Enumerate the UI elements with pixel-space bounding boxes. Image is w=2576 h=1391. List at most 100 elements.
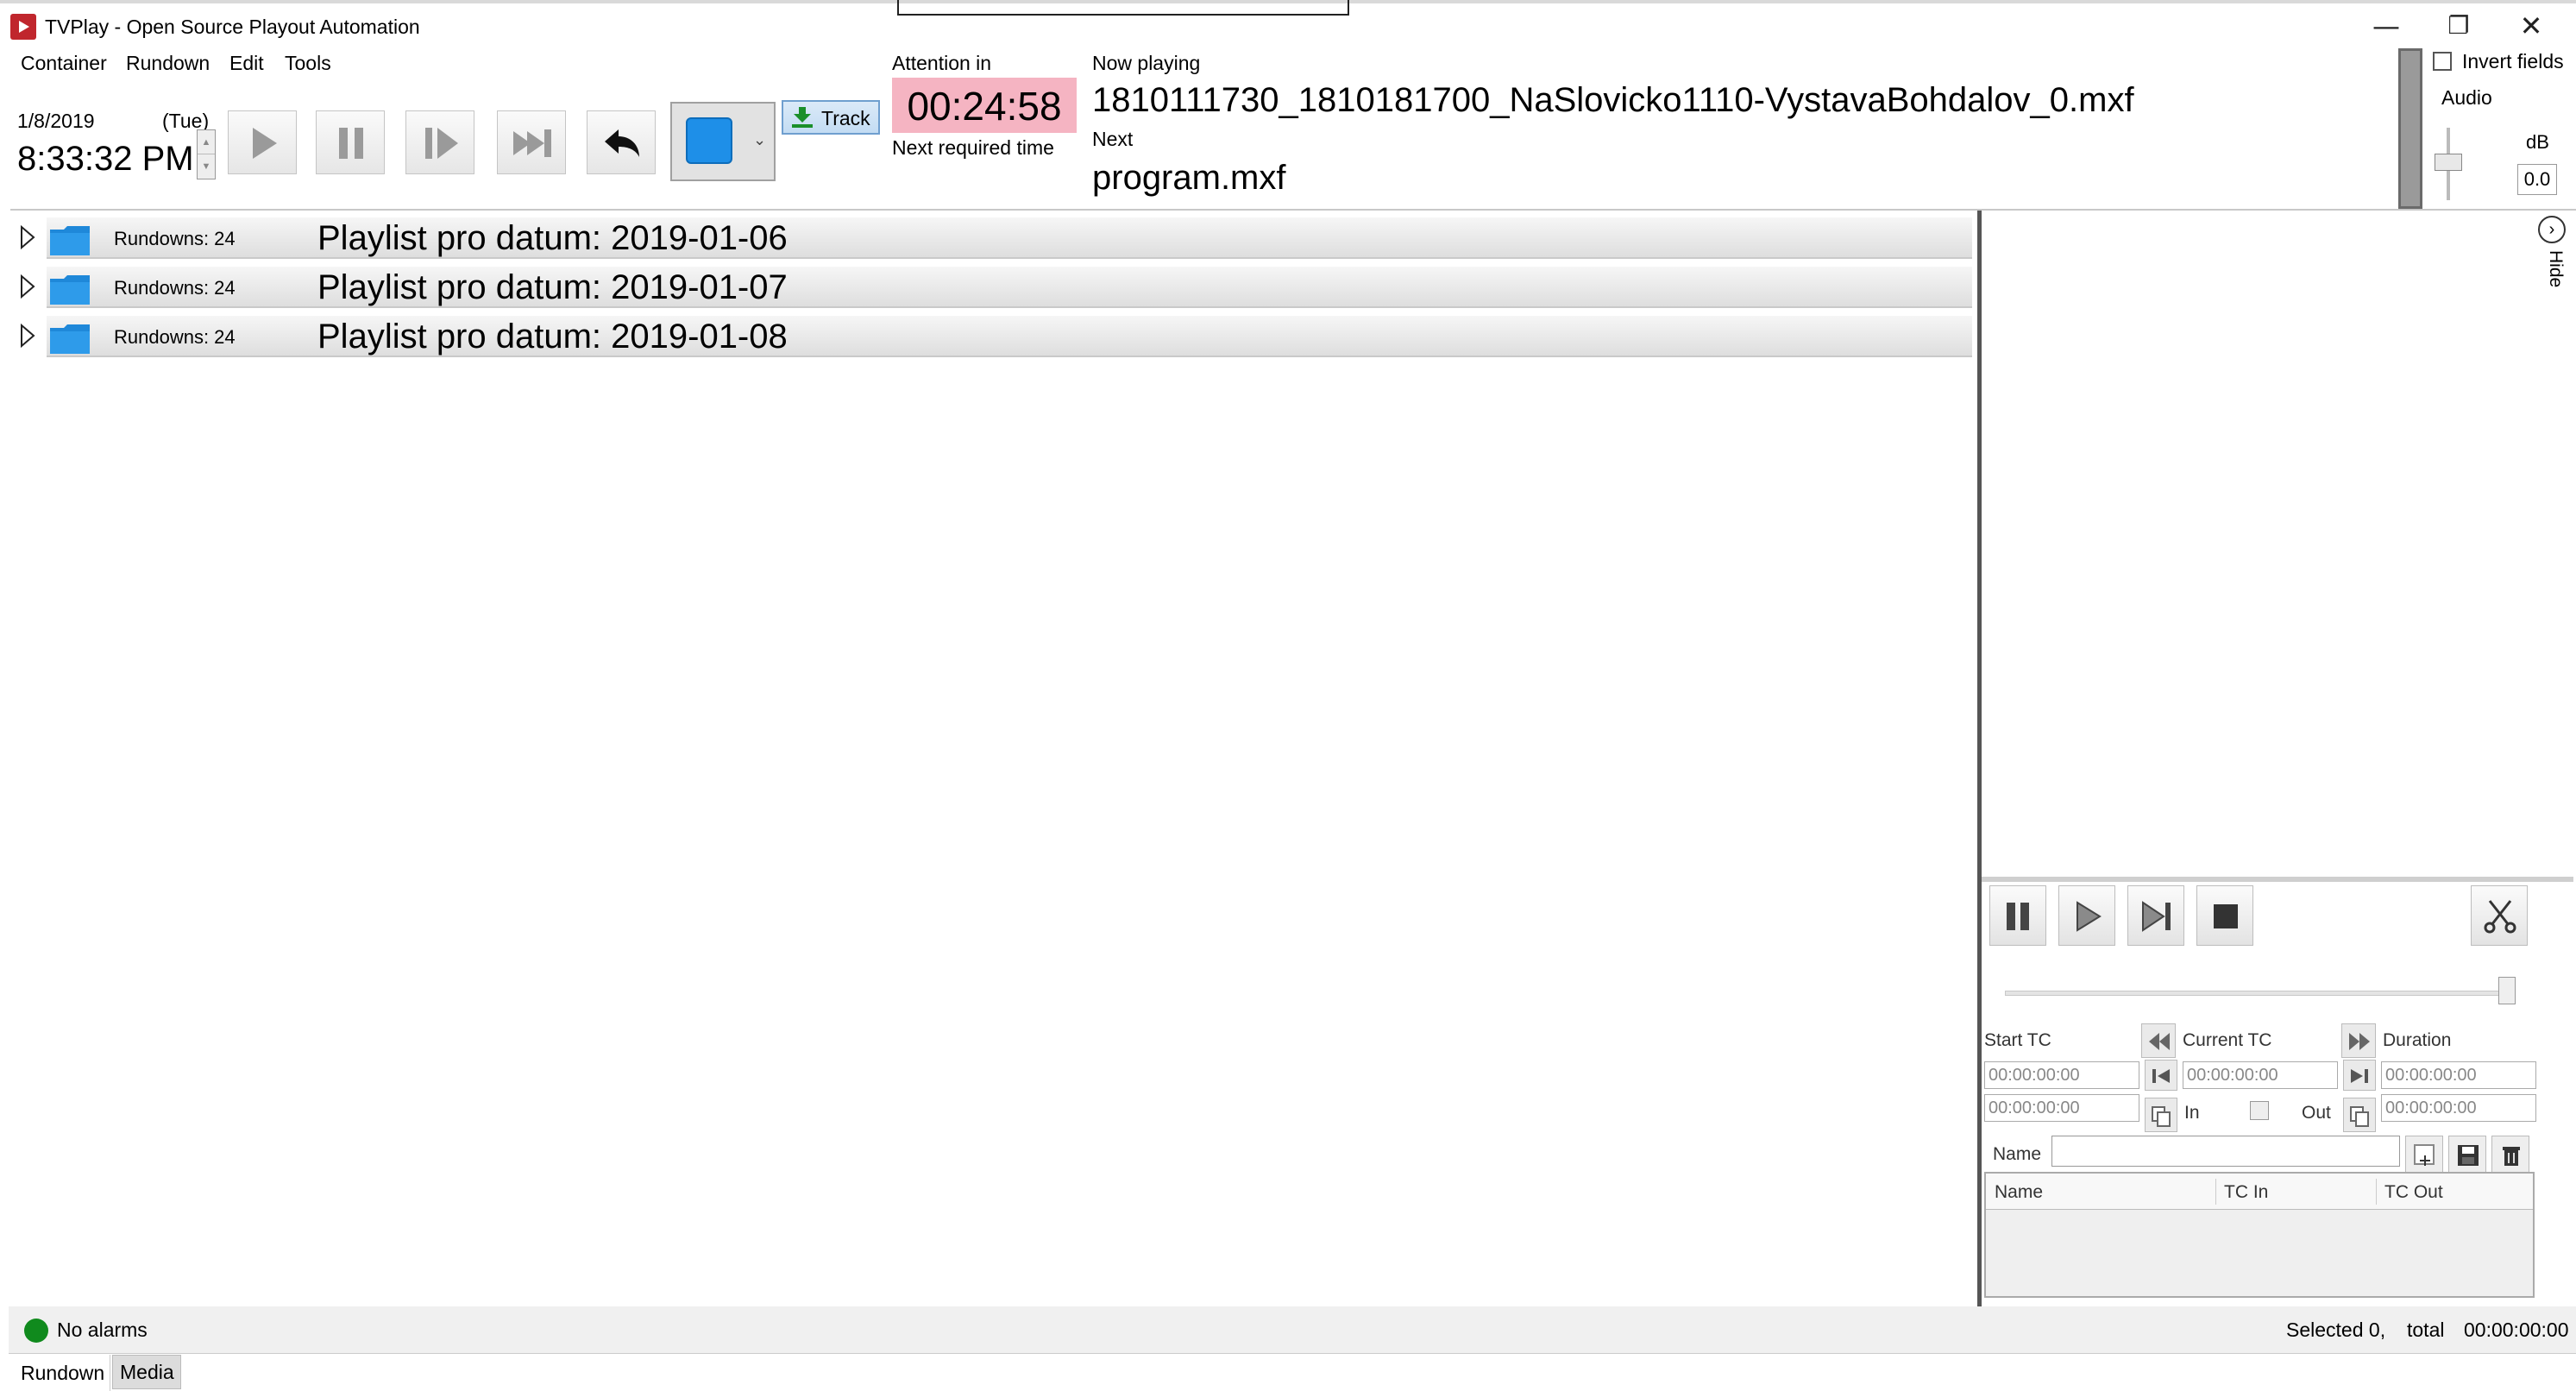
rundown-row[interactable]: Rundowns: 24 Playlist pro datum: 2019-01… <box>10 263 1972 312</box>
status-bar <box>9 1306 2576 1353</box>
app-window: TVPlay - Open Source Playout Automation … <box>0 0 2576 1391</box>
next-label: Next <box>1092 128 1134 150</box>
folder-icon <box>50 226 90 255</box>
minimize-button[interactable]: — <box>2350 7 2422 45</box>
menu-edit[interactable]: Edit <box>229 52 264 75</box>
tab-bar <box>9 1353 2576 1391</box>
col-tc-out[interactable]: TC Out <box>2384 1182 2443 1203</box>
audio-volume-thumb[interactable] <box>2435 154 2462 171</box>
pause-icon <box>339 128 363 159</box>
db-label: dB <box>2526 131 2549 153</box>
db-value-field[interactable]: 0.0 <box>2517 164 2557 195</box>
cut-button[interactable] <box>2471 885 2528 946</box>
start-tc-field[interactable]: 00:00:00:00 <box>1984 1061 2139 1089</box>
rundown-title: Playlist pro datum: 2019-01-07 <box>317 268 788 306</box>
rundown-row[interactable]: Rundowns: 24 Playlist pro datum: 2019-01… <box>10 312 1972 361</box>
force-next-icon <box>513 129 551 157</box>
clock-display: 8:33:32 PM <box>17 140 194 178</box>
marks-table-header: Name TC In TC Out <box>1986 1174 2533 1210</box>
chevron-down-icon[interactable]: ⌄ <box>753 131 766 149</box>
copy-in-button[interactable] <box>2145 1098 2177 1132</box>
rewind-start-icon <box>2149 1033 2170 1050</box>
restore-button[interactable]: ❐ <box>2422 7 2495 45</box>
preview-seek-thumb[interactable] <box>2498 977 2516 1004</box>
time-spinner[interactable]: ▲ ▼ <box>197 129 216 179</box>
force-next-button[interactable] <box>497 110 566 174</box>
play-icon <box>2077 901 2102 932</box>
step-forward-button[interactable] <box>2343 1060 2376 1091</box>
close-button[interactable]: ✕ <box>2495 7 2567 45</box>
current-tc-field[interactable]: 00:00:00:00 <box>2183 1061 2338 1089</box>
invert-fields-checkbox[interactable] <box>2433 52 2452 71</box>
menu-rundown[interactable]: Rundown <box>126 52 210 75</box>
stop-button[interactable]: ⌄ <box>670 102 776 181</box>
date-display: 1/8/2019 <box>17 110 95 132</box>
tab-media[interactable]: Media <box>112 1355 181 1389</box>
add-icon <box>2414 1144 2435 1166</box>
tc-in-field[interactable]: 00:00:00:00 <box>1984 1094 2139 1122</box>
copy-icon <box>2152 1106 2171 1127</box>
in-out-checkbox[interactable] <box>2250 1101 2269 1120</box>
col-name[interactable]: Name <box>1995 1182 2043 1203</box>
skip-next-icon <box>2142 901 2171 932</box>
preview-seek-slider[interactable] <box>2005 991 2509 996</box>
tab-rundown[interactable]: Rundown <box>12 1355 110 1391</box>
total-label: total <box>2407 1319 2445 1341</box>
step-back-icon <box>2152 1069 2170 1083</box>
play-icon <box>253 128 277 159</box>
pause-button[interactable] <box>316 110 385 174</box>
col-separator <box>2376 1179 2377 1205</box>
audio-label: Audio <box>2441 86 2492 109</box>
stop-icon <box>2214 904 2238 928</box>
spin-down-icon[interactable]: ▼ <box>198 154 215 179</box>
now-playing-value: 1810111730_1810181700_NaSlovicko1110-Vys… <box>1092 81 2134 119</box>
rundown-tree <box>9 211 1979 1306</box>
delete-mark-button[interactable] <box>2491 1136 2529 1174</box>
step-back-button[interactable] <box>2145 1060 2177 1091</box>
copy-icon <box>2350 1106 2369 1127</box>
spin-up-icon[interactable]: ▲ <box>198 130 215 154</box>
tc-out-field[interactable]: 00:00:00:00 <box>2381 1094 2536 1122</box>
hide-label[interactable]: Hide <box>2538 250 2566 302</box>
pause-icon <box>2007 903 2029 930</box>
duration-field[interactable]: 00:00:00:00 <box>2381 1061 2536 1089</box>
menu-container[interactable]: Container <box>21 52 107 75</box>
set-end-button[interactable] <box>2341 1023 2376 1058</box>
undo-button[interactable] <box>587 110 656 174</box>
now-playing-label: Now playing <box>1092 52 1201 74</box>
app-icon <box>10 14 36 40</box>
rundown-row[interactable]: Rundowns: 24 Playlist pro datum: 2019-01… <box>10 214 1972 262</box>
hide-chevron-icon[interactable]: › <box>2538 216 2566 243</box>
col-separator <box>2215 1179 2216 1205</box>
forward-end-icon <box>2349 1033 2370 1050</box>
menu-tools[interactable]: Tools <box>285 52 331 75</box>
stop-icon <box>686 117 732 164</box>
preview-pause-button[interactable] <box>1989 885 2046 946</box>
rundown-count: Rundowns: 24 <box>114 277 236 299</box>
alarm-text: No alarms <box>57 1319 148 1341</box>
current-tc-label: Current TC <box>2183 1030 2272 1050</box>
col-tc-in[interactable]: TC In <box>2224 1182 2268 1203</box>
name-input[interactable] <box>2051 1136 2400 1167</box>
track-label: Track <box>821 107 870 129</box>
next-required-label: Next required time <box>892 136 1054 159</box>
preview-next-button[interactable] <box>2127 885 2184 946</box>
step-button[interactable] <box>405 110 474 174</box>
copy-out-button[interactable] <box>2343 1098 2376 1132</box>
total-value: 00:00:00:00 <box>2464 1319 2569 1341</box>
expand-triangle-icon[interactable] <box>19 224 36 250</box>
step-forward-icon <box>2351 1069 2368 1083</box>
preview-play-button[interactable] <box>2058 885 2115 946</box>
expand-triangle-icon[interactable] <box>19 323 36 349</box>
save-mark-button[interactable] <box>2448 1136 2486 1174</box>
expand-triangle-icon[interactable] <box>19 274 36 299</box>
play-button[interactable] <box>228 110 297 174</box>
window-title: TVPlay - Open Source Playout Automation <box>45 16 420 38</box>
set-start-button[interactable] <box>2141 1023 2176 1058</box>
track-button[interactable]: Track <box>782 100 880 135</box>
add-mark-button[interactable] <box>2405 1136 2443 1174</box>
name-label: Name <box>1993 1144 2042 1164</box>
marks-table[interactable]: Name TC In TC Out <box>1984 1172 2535 1298</box>
preview-stop-button[interactable] <box>2196 885 2253 946</box>
attention-time: 00:24:58 <box>907 84 1062 129</box>
